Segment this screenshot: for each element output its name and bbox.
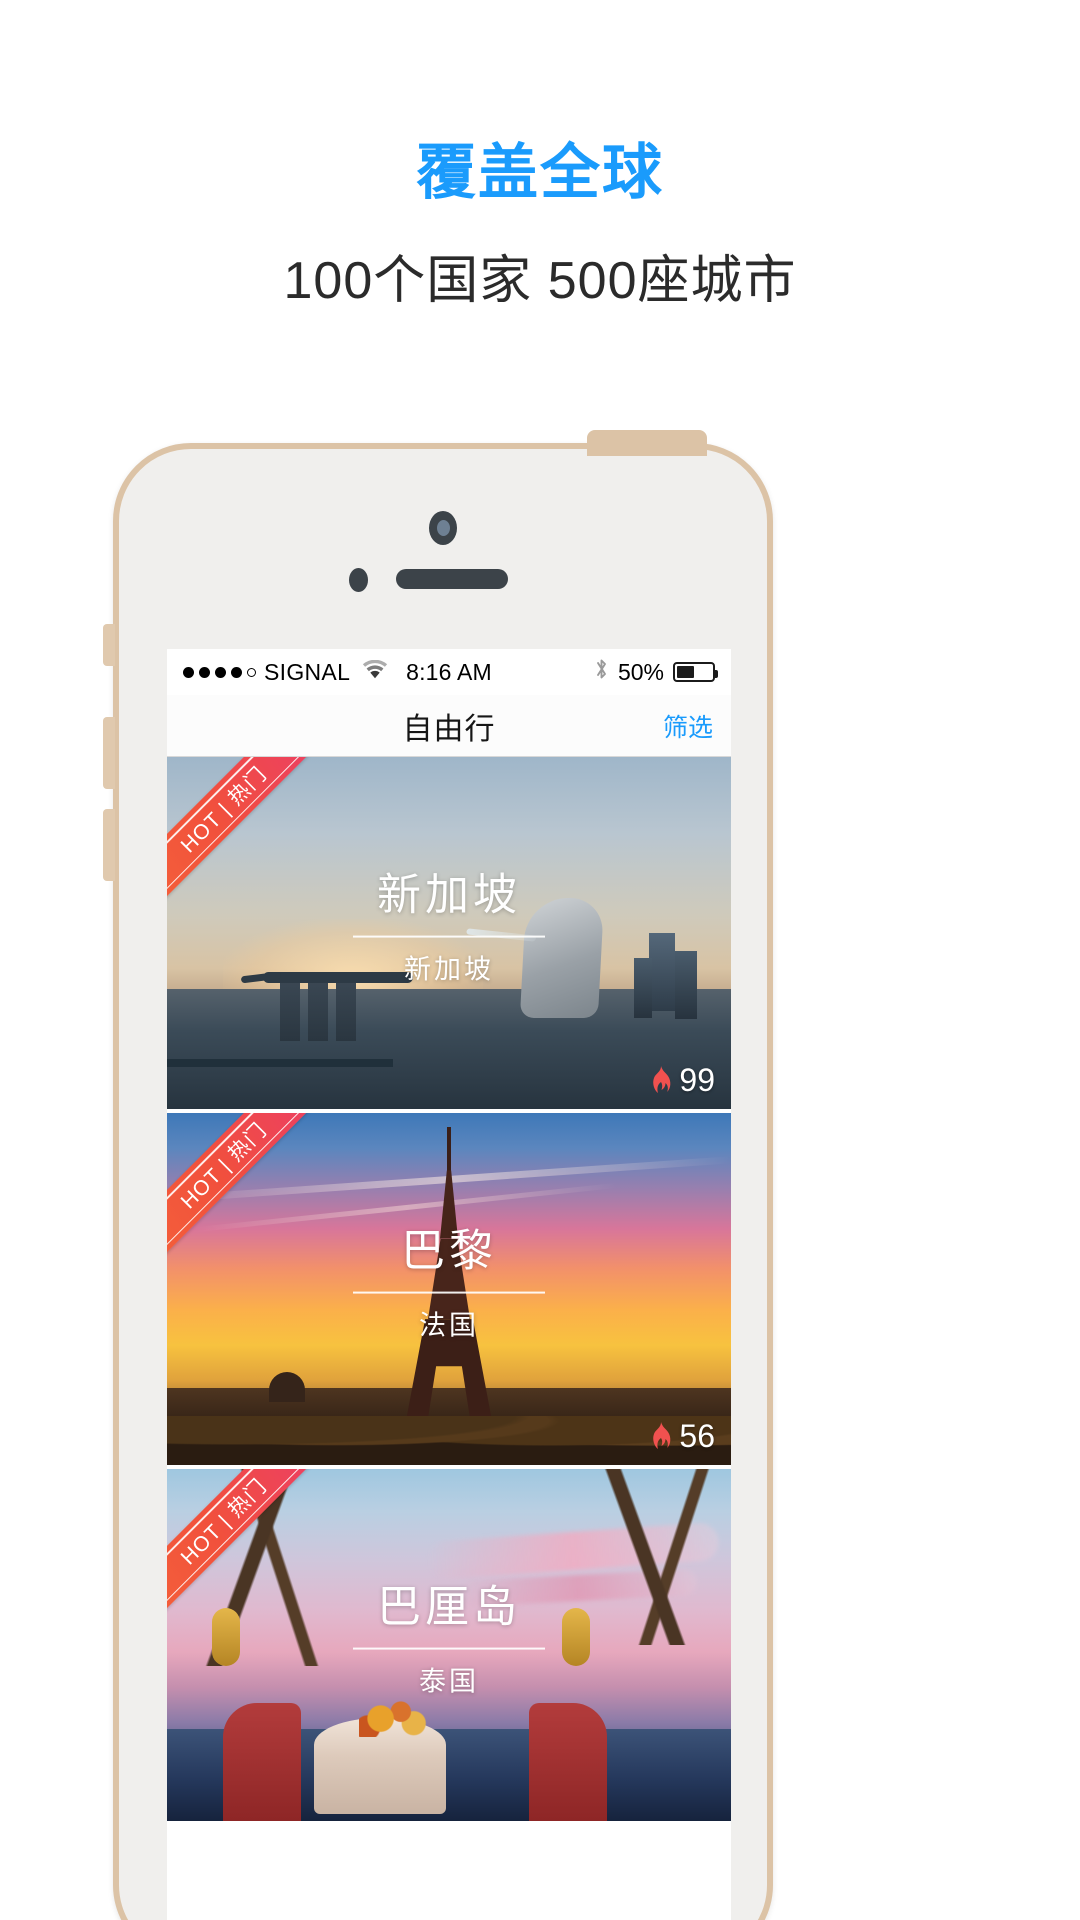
filter-button[interactable]: 筛选	[663, 708, 713, 744]
card-text-block: 巴厘岛 泰国	[167, 1583, 731, 1699]
card-text-block: 巴黎 法国	[167, 1227, 731, 1343]
card-text-block: 新加坡 新加坡	[167, 871, 731, 987]
front-camera-icon	[429, 511, 457, 545]
navigation-bar: 自由行 筛选	[167, 695, 731, 757]
card-divider	[353, 935, 545, 938]
phone-screen: SIGNAL 8:16 AM 50% 自由行 筛选 HOT | 热门 新加坡 新…	[167, 649, 731, 1920]
hot-count-badge: 56	[649, 1418, 715, 1455]
hot-count-badge: 99	[649, 1062, 715, 1099]
card-title: 巴厘岛	[377, 1582, 521, 1632]
destination-card[interactable]: HOT | 热门 新加坡 新加坡 99	[167, 757, 731, 1109]
status-bar-left: SIGNAL	[183, 659, 388, 686]
battery-percent-label: 50%	[617, 658, 664, 685]
bluetooth-icon	[594, 657, 609, 687]
volume-down-button[interactable]	[103, 809, 115, 881]
promo-page: 覆盖全球 100个国家 500座城市 SIGNAL 8:16 AM 50% 自由…	[0, 0, 1080, 1920]
silent-switch[interactable]	[103, 624, 115, 666]
destination-list: HOT | 热门 新加坡 新加坡 99 HOT | 热门 巴黎 法国 56 HO…	[167, 757, 731, 1821]
card-title: 巴黎	[401, 1226, 497, 1276]
promo-header: 覆盖全球 100个国家 500座城市	[0, 0, 1080, 313]
volume-up-button[interactable]	[103, 717, 115, 789]
card-divider	[353, 1291, 545, 1294]
carrier-label: SIGNAL	[264, 658, 351, 685]
destination-card[interactable]: HOT | 热门 巴厘岛 泰国	[167, 1469, 731, 1821]
status-bar: SIGNAL 8:16 AM 50%	[167, 649, 731, 695]
card-subtitle: 法国	[419, 1310, 479, 1341]
phone-mockup: SIGNAL 8:16 AM 50% 自由行 筛选 HOT | 热门 新加坡 新…	[103, 430, 773, 1920]
card-divider	[353, 1647, 545, 1650]
card-subtitle: 泰国	[419, 1666, 479, 1697]
battery-icon	[673, 662, 718, 682]
card-subtitle: 新加坡	[404, 954, 494, 985]
hot-count-value: 99	[679, 1062, 715, 1098]
phone-top-nub	[587, 430, 707, 456]
nav-title: 自由行	[402, 712, 496, 746]
hot-count-value: 56	[679, 1418, 715, 1454]
status-bar-right: 50%	[594, 657, 718, 687]
page-subtitle: 100个国家 500座城市	[283, 252, 797, 310]
flame-icon	[653, 1421, 671, 1449]
flame-icon	[653, 1065, 671, 1093]
page-title: 覆盖全球	[416, 139, 664, 206]
earpiece-speaker	[396, 569, 508, 589]
destination-card[interactable]: HOT | 热门 巴黎 法国 56	[167, 1113, 731, 1465]
proximity-sensor-icon	[349, 568, 368, 592]
wifi-icon	[362, 659, 388, 685]
card-title: 新加坡	[377, 870, 521, 920]
signal-strength-icon	[183, 666, 256, 678]
